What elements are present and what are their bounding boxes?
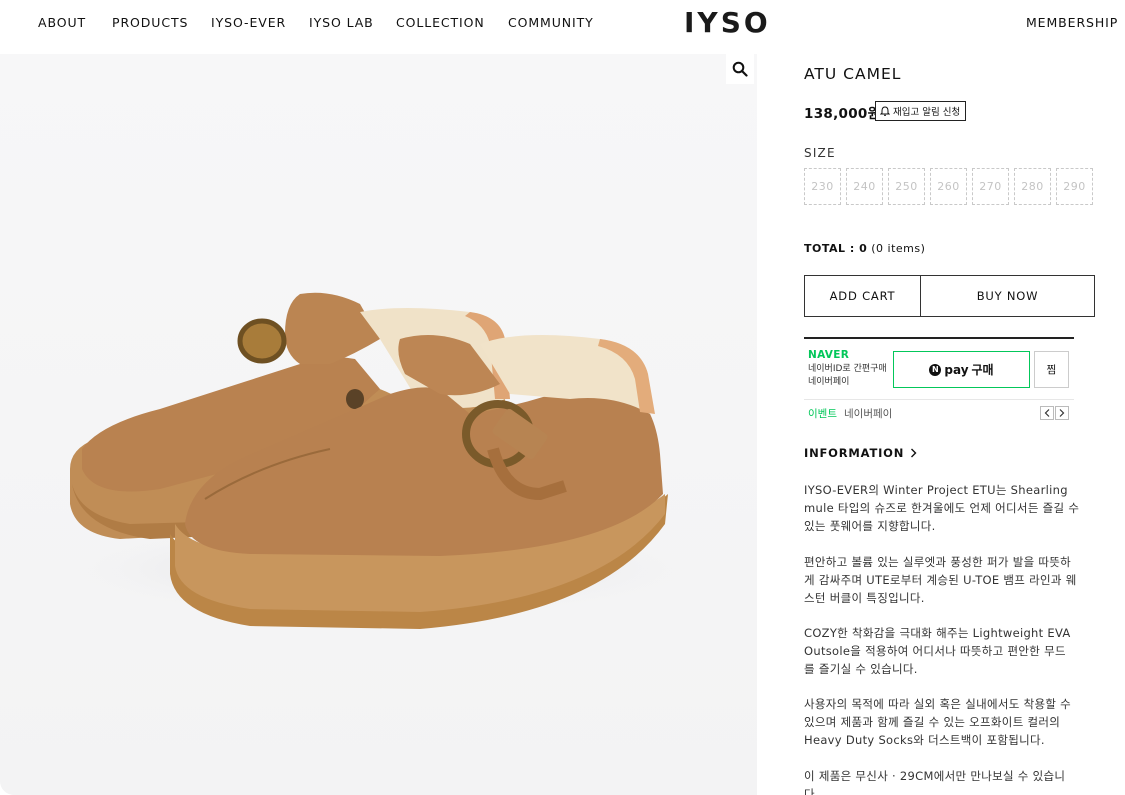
description-paragraph-1: IYSO-EVER의 Winter Project ETU는 Shearling… — [804, 481, 1099, 535]
naver-desc-line-1: 네이버ID로 간편구매 — [808, 364, 887, 374]
information-toggle[interactable]: INFORMATION — [804, 446, 917, 460]
nav-iyso-lab[interactable]: IYSO LAB — [309, 15, 374, 30]
naver-brand: NAVER — [808, 349, 850, 361]
nav-about[interactable]: ABOUT — [38, 15, 86, 30]
shoe-illustration — [0, 54, 757, 795]
description-paragraph-2: 편안하고 볼륨 있는 실루엣과 풍성한 퍼가 발을 따뜻하 게 감싸주며 UTE… — [804, 553, 1099, 607]
desc-line: 있는 풋웨어를 지향합니다. — [804, 519, 936, 533]
desc-line: Outsole을 적용하여 어디서나 따뜻하고 편안한 무드 — [804, 644, 1066, 658]
desc-line: Heavy Duty Socks와 더스트백이 포함됩니다. — [804, 733, 1045, 747]
desc-line: 있으며 제품과 함께 즐길 수 있는 오프화이트 컬러의 — [804, 715, 1061, 729]
description-paragraph-4: 사용자의 목적에 따라 실외 혹은 실내에서도 착용할 수 있으며 제품과 함께… — [804, 695, 1099, 749]
event-text[interactable]: 네이버페이 — [844, 406, 892, 421]
desc-line: 를 즐기실 수 있습니다. — [804, 662, 918, 676]
information-label: INFORMATION — [804, 446, 905, 460]
brand-logo[interactable]: IYSO — [684, 6, 771, 39]
size-option-240[interactable]: 240 — [846, 168, 883, 205]
size-option-280[interactable]: 280 — [1014, 168, 1051, 205]
size-option-290[interactable]: 290 — [1056, 168, 1093, 205]
naver-pay-box: NAVER 네이버ID로 간편구매 네이버페이 N pay 구매 찜 이벤트 네… — [804, 337, 1074, 425]
nav-membership[interactable]: MEMBERSHIP — [1026, 15, 1118, 30]
desc-line: COZY한 착화감을 극대화 해주는 Lightweight EVA — [804, 626, 1071, 640]
description-paragraph-3: COZY한 착화감을 극대화 해주는 Lightweight EVA Outso… — [804, 624, 1099, 678]
total-items: (0 items) — [867, 242, 926, 255]
event-next-button[interactable] — [1055, 406, 1069, 420]
npay-divider — [804, 399, 1074, 400]
naver-pay-buy-button[interactable]: N pay 구매 — [893, 351, 1030, 388]
desc-line: mule 타입의 슈즈로 한겨울에도 언제 어디서든 즐길 수 — [804, 501, 1080, 515]
size-option-260[interactable]: 260 — [930, 168, 967, 205]
magnifier-icon — [732, 61, 748, 77]
desc-line: 스턴 버클이 특징입니다. — [804, 591, 925, 605]
desc-line: 이 제품은 무신사 · 29CM에서만 만나보실 수 있습니 — [804, 769, 1066, 783]
bell-icon — [880, 106, 890, 116]
restock-alert-button[interactable]: 재입고 알림 신청 — [875, 101, 967, 121]
desc-line: IYSO-EVER의 Winter Project ETU는 Shearling — [804, 483, 1068, 497]
size-option-230[interactable]: 230 — [804, 168, 841, 205]
nav-iyso-ever[interactable]: IYSO-EVER — [211, 15, 286, 30]
size-options: 230 240 250 260 270 280 290 — [804, 168, 1093, 205]
nav-products[interactable]: PRODUCTS — [112, 15, 188, 30]
buy-now-button[interactable]: BUY NOW — [920, 275, 1095, 317]
nav-collection[interactable]: COLLECTION — [396, 15, 485, 30]
zoom-button[interactable] — [726, 54, 754, 84]
size-option-250[interactable]: 250 — [888, 168, 925, 205]
npay-buy-label: 구매 — [971, 363, 994, 377]
total-summary: TOTAL : 0 (0 items) — [804, 242, 925, 255]
npay-pay-label: pay — [944, 362, 969, 377]
restock-label: 재입고 알림 신청 — [893, 107, 961, 118]
add-cart-button[interactable]: ADD CART — [804, 275, 921, 317]
product-image[interactable] — [0, 54, 757, 795]
desc-line: 편안하고 볼륨 있는 실루엣과 풍성한 퍼가 발을 따뜻하 — [804, 555, 1072, 569]
size-label: SIZE — [804, 146, 836, 160]
product-title: ATU CAMEL — [804, 65, 902, 83]
size-option-270[interactable]: 270 — [972, 168, 1009, 205]
desc-line: 사용자의 목적에 따라 실외 혹은 실내에서도 착용할 수 — [804, 697, 1072, 711]
naver-description: 네이버ID로 간편구매 네이버페이 — [808, 363, 887, 389]
naver-n-icon: N — [929, 363, 942, 376]
nav-community[interactable]: COMMUNITY — [508, 15, 594, 30]
total-label: TOTAL : — [804, 242, 860, 255]
wishlist-button[interactable]: 찜 — [1034, 351, 1069, 388]
chevron-right-icon — [1059, 409, 1065, 417]
product-price: 138,000원 — [804, 106, 881, 122]
chevron-right-icon — [911, 448, 917, 458]
chevron-left-icon — [1044, 409, 1050, 417]
description-paragraph-5: 이 제품은 무신사 · 29CM에서만 만나보실 수 있습니 다. — [804, 767, 1099, 795]
desc-line: 다. — [804, 787, 819, 795]
event-label[interactable]: 이벤트 — [808, 406, 837, 421]
event-prev-button[interactable] — [1040, 406, 1054, 420]
top-navigation: ABOUT PRODUCTS IYSO-EVER IYSO LAB COLLEC… — [0, 0, 1125, 46]
naver-desc-line-2: 네이버페이 — [808, 377, 850, 387]
desc-line: 게 감싸주며 UTE로부터 계승된 U-TOE 뱀프 라인과 웨 — [804, 573, 1077, 587]
